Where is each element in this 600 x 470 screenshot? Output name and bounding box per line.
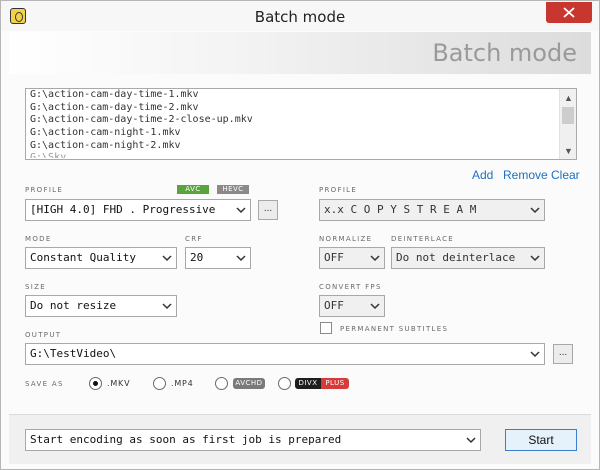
batch-mode-window: Batch mode Batch mode G:\action-cam-day-…: [0, 0, 600, 470]
start-mode-value: Start encoding as soon as first job is p…: [30, 433, 342, 446]
video-profile-select[interactable]: [HIGH 4.0] FHD . Progressive: [25, 199, 251, 221]
start-mode-select[interactable]: Start encoding as soon as first job is p…: [25, 429, 481, 451]
chevron-down-icon: [370, 255, 380, 262]
deinterlace-select[interactable]: Do not deinterlace: [391, 247, 545, 269]
chevron-down-icon: [466, 437, 476, 444]
audio-profile-label: PROFILE: [319, 186, 358, 194]
radio-avchd[interactable]: [215, 377, 228, 390]
clear-link[interactable]: Clear: [551, 168, 580, 182]
chevron-down-icon: [530, 351, 540, 358]
mode-label: MODE: [25, 235, 52, 243]
list-item[interactable]: G:\action-cam-day-time-1.mkv: [26, 89, 576, 102]
video-profile-label: PROFILE: [25, 186, 64, 194]
remove-link[interactable]: Remove: [503, 168, 548, 182]
close-button[interactable]: [546, 2, 592, 23]
permanent-subtitles-label: PERMANENT SUBTITLES: [340, 325, 449, 333]
title-bar: Batch mode: [1, 1, 599, 31]
chevron-down-icon: [370, 303, 380, 310]
avchd-logo: AVCHD: [233, 378, 265, 389]
scroll-thumb[interactable]: [562, 107, 574, 124]
mode-value: Constant Quality: [30, 251, 136, 264]
output-browse-button[interactable]: ...: [553, 344, 573, 364]
convert-fps-label: CONVERT FPS: [319, 283, 382, 291]
audio-profile-value: x.x C O P Y S T R E A M: [324, 203, 477, 216]
list-item[interactable]: G:\action-cam-day-time-2-close-up.mkv: [26, 114, 576, 127]
size-label: SIZE: [25, 283, 46, 291]
chevron-down-icon: [530, 207, 540, 214]
size-select[interactable]: Do not resize: [25, 295, 177, 317]
start-button[interactable]: Start: [505, 429, 577, 451]
size-value: Do not resize: [30, 299, 117, 312]
chevron-down-icon: [236, 255, 246, 262]
hevc-badge[interactable]: HEVC: [217, 185, 249, 194]
deinterlace-value: Do not deinterlace: [396, 251, 516, 264]
permanent-subtitles-checkbox[interactable]: [320, 322, 332, 334]
window-title: Batch mode: [254, 8, 346, 26]
video-profile-value: [HIGH 4.0] FHD . Progressive: [30, 203, 216, 216]
radio-mkv[interactable]: [89, 377, 102, 390]
list-item[interactable]: G:\action-cam-night-2.mkv: [26, 140, 576, 153]
chevron-down-icon: [162, 255, 172, 262]
list-item[interactable]: G:\Sky...: [26, 152, 576, 158]
output-label: OUTPUT: [25, 331, 62, 339]
radio-mp4[interactable]: [153, 377, 166, 390]
crf-select[interactable]: 20: [185, 247, 251, 269]
chevron-down-icon: [530, 255, 540, 262]
header-title: Batch mode: [432, 39, 577, 67]
divx-logo: DIVX: [295, 378, 321, 389]
list-item[interactable]: G:\action-cam-night-1.mkv: [26, 127, 576, 140]
close-icon: [563, 7, 575, 18]
crf-label: CRF: [185, 235, 203, 243]
list-item[interactable]: G:\action-cam-day-time-2.mkv: [26, 102, 576, 115]
output-path-select[interactable]: G:\TestVideo\: [25, 343, 545, 365]
chevron-down-icon: [162, 303, 172, 310]
normalize-value: OFF: [324, 251, 344, 264]
normalize-label: NORMALIZE: [319, 235, 373, 243]
add-link[interactable]: Add: [472, 168, 493, 182]
scroll-up-icon[interactable]: ▲: [560, 91, 576, 105]
deinterlace-label: DEINTERLACE: [391, 235, 455, 243]
avc-badge[interactable]: AVC: [177, 185, 209, 194]
radio-divx[interactable]: [278, 377, 291, 390]
header-banner: Batch mode: [9, 32, 591, 74]
scroll-down-icon[interactable]: ▼: [560, 144, 576, 158]
divx-plus-logo: PLUS: [321, 378, 349, 389]
normalize-select[interactable]: OFF: [319, 247, 385, 269]
radio-mkv-label: .MKV: [107, 379, 131, 388]
save-as-label: SAVE AS: [25, 380, 64, 388]
file-list-scrollbar[interactable]: ▲ ▼: [559, 89, 576, 159]
mode-select[interactable]: Constant Quality: [25, 247, 177, 269]
audio-profile-select[interactable]: x.x C O P Y S T R E A M: [319, 199, 545, 221]
crf-value: 20: [190, 251, 204, 264]
chevron-down-icon: [236, 207, 246, 214]
radio-mp4-label: .MP4: [171, 379, 194, 388]
video-profile-more-button[interactable]: ...: [258, 200, 278, 220]
file-list[interactable]: G:\action-cam-day-time-1.mkv G:\action-c…: [25, 88, 577, 160]
convert-fps-select[interactable]: OFF: [319, 295, 385, 317]
output-path-value: G:\TestVideo\: [30, 347, 117, 360]
convert-fps-value: OFF: [324, 299, 344, 312]
